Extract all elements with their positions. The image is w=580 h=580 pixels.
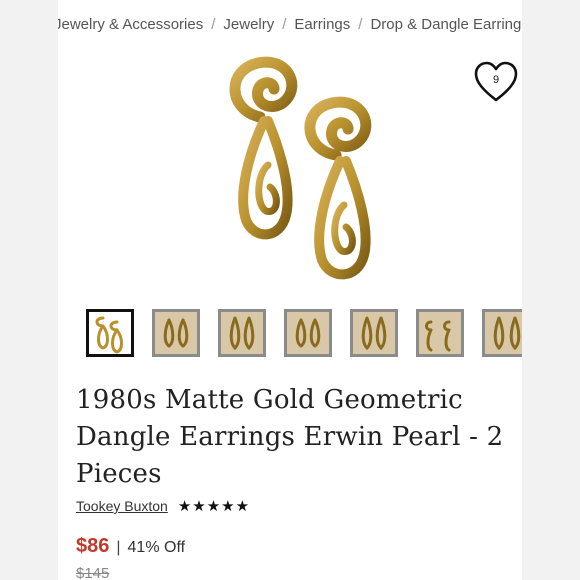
listing-title: 1980s Matte Gold Geometric Dangle Earrin… <box>76 385 504 489</box>
thumbnail[interactable] <box>416 309 464 357</box>
earrings-thumbnail-image <box>95 316 123 354</box>
breadcrumb-separator: / <box>282 16 287 33</box>
like-button[interactable]: 9 <box>473 60 519 106</box>
earrings-thumbnail-image <box>493 316 521 351</box>
breadcrumb: Jewelry & Accessories / Jewelry / Earrin… <box>58 16 522 33</box>
price: $86 <box>76 535 110 557</box>
earrings-thumbnail-image <box>361 316 387 351</box>
original-price: $145 <box>76 565 110 580</box>
earrings-thumbnail-image <box>229 316 255 351</box>
breadcrumb-item-jewelry[interactable]: Jewelry <box>223 16 274 33</box>
thumbnail-strip <box>86 309 522 359</box>
breadcrumb-separator: / <box>358 16 363 33</box>
price-divider: | <box>116 539 121 556</box>
thumbnail[interactable] <box>86 309 134 357</box>
product-main-image[interactable] <box>208 55 428 290</box>
like-count: 9 <box>492 74 500 86</box>
thumbnail[interactable] <box>350 309 398 357</box>
thumbnail[interactable] <box>284 309 332 357</box>
earrings-thumbnail-image <box>425 320 451 352</box>
listing-page: Jewelry & Accessories / Jewelry / Earrin… <box>58 0 522 580</box>
rating-stars: ★★★★★ <box>177 498 251 515</box>
seller-link[interactable]: Tookey Buxton <box>76 498 168 514</box>
breadcrumb-item-drop-dangle-earrings[interactable]: Drop & Dangle Earrings <box>370 16 522 33</box>
breadcrumb-item-jewelry-accessories[interactable]: Jewelry & Accessories <box>58 16 203 33</box>
breadcrumb-separator: / <box>211 16 216 33</box>
discount-label: 41% Off <box>127 539 186 556</box>
earrings-thumbnail-image <box>163 318 189 348</box>
earrings-thumbnail-image <box>295 318 321 348</box>
earrings-image <box>229 56 372 280</box>
breadcrumb-item-earrings[interactable]: Earrings <box>294 16 350 33</box>
price-row: $86 | 41% Off <box>76 535 185 558</box>
thumbnail[interactable] <box>218 309 266 357</box>
thumbnail[interactable] <box>152 309 200 357</box>
thumbnail[interactable] <box>482 309 522 357</box>
seller-row: Tookey Buxton ★★★★★ <box>76 497 250 515</box>
